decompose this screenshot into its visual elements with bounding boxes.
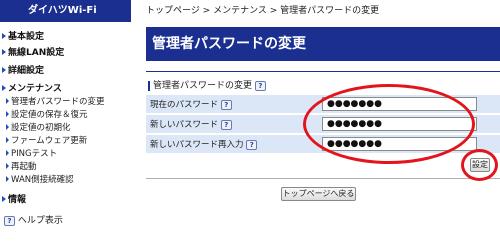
help-icon[interactable]: ?: [254, 80, 266, 91]
section-divider: [146, 71, 500, 72]
arrow-icon: [6, 150, 9, 156]
arrow-icon: [6, 98, 9, 104]
arrow-icon: [6, 163, 9, 169]
help-icon[interactable]: ?: [220, 99, 232, 110]
current-password-field[interactable]: ●●●●●●●: [322, 97, 477, 111]
arrow-icon: [2, 49, 6, 55]
brand-title: ダイハツWi-Fi: [0, 0, 131, 22]
content-divider: [146, 178, 500, 179]
breadcrumb: トップページ > メンテナンス > 管理者パスワードの変更: [146, 6, 380, 16]
confirm-password-field[interactable]: ●●●●●●●: [322, 137, 477, 151]
section-heading: 管理者パスワードの変更 ?: [148, 78, 266, 91]
nav-reboot[interactable]: 再起動: [6, 161, 37, 174]
nav-ping-test[interactable]: PINGテスト: [6, 148, 57, 161]
page-title: 管理者パスワードの変更: [146, 27, 500, 61]
sidebar: ダイハツWi-Fi 基本設定 無線LAN設定 詳細設定 メンテナンス 管理者パス…: [0, 0, 131, 241]
help-icon[interactable]: ?: [220, 119, 232, 130]
nav-admin-password[interactable]: 管理者パスワードの変更: [6, 96, 105, 109]
current-password-label: 現在のパスワード ?: [150, 98, 232, 110]
nav-basic-settings[interactable]: 基本設定: [0, 30, 44, 44]
help-icon[interactable]: ?: [246, 139, 258, 150]
arrow-icon: [2, 196, 6, 202]
nav-advanced-settings[interactable]: 詳細設定: [0, 64, 44, 78]
nav-info[interactable]: 情報: [0, 193, 26, 207]
heading-bar: [148, 80, 150, 91]
help-toggle[interactable]: ? ヘルプ表示: [4, 213, 63, 229]
arrow-icon: [6, 176, 9, 182]
nav-factory-reset[interactable]: 設定値の初期化: [6, 122, 71, 135]
arrow-icon: [6, 124, 9, 130]
new-password-label: 新しいパスワード ?: [150, 118, 232, 130]
arrow-icon: [6, 111, 9, 117]
nav-maintenance[interactable]: メンテナンス: [0, 82, 62, 96]
arrow-icon: [2, 85, 6, 91]
new-password-field[interactable]: ●●●●●●●: [322, 117, 477, 131]
confirm-password-label: 新しいパスワード再入力 ?: [150, 138, 258, 150]
arrow-icon: [2, 67, 6, 73]
help-icon: ?: [4, 215, 15, 226]
help-label: ヘルプ表示: [17, 216, 63, 226]
arrow-icon: [2, 33, 6, 39]
nav-backup-restore[interactable]: 設定値の保存＆復元: [6, 109, 88, 122]
nav-wireless-lan-settings[interactable]: 無線LAN設定: [0, 46, 64, 60]
nav-wan-check[interactable]: WAN側接続確認: [6, 174, 74, 187]
setting-button[interactable]: 設定: [470, 158, 490, 172]
nav-firmware-update[interactable]: ファームウェア更新: [6, 135, 87, 148]
arrow-icon: [6, 137, 9, 143]
back-to-top-button[interactable]: トップページへ戻る: [281, 187, 356, 201]
